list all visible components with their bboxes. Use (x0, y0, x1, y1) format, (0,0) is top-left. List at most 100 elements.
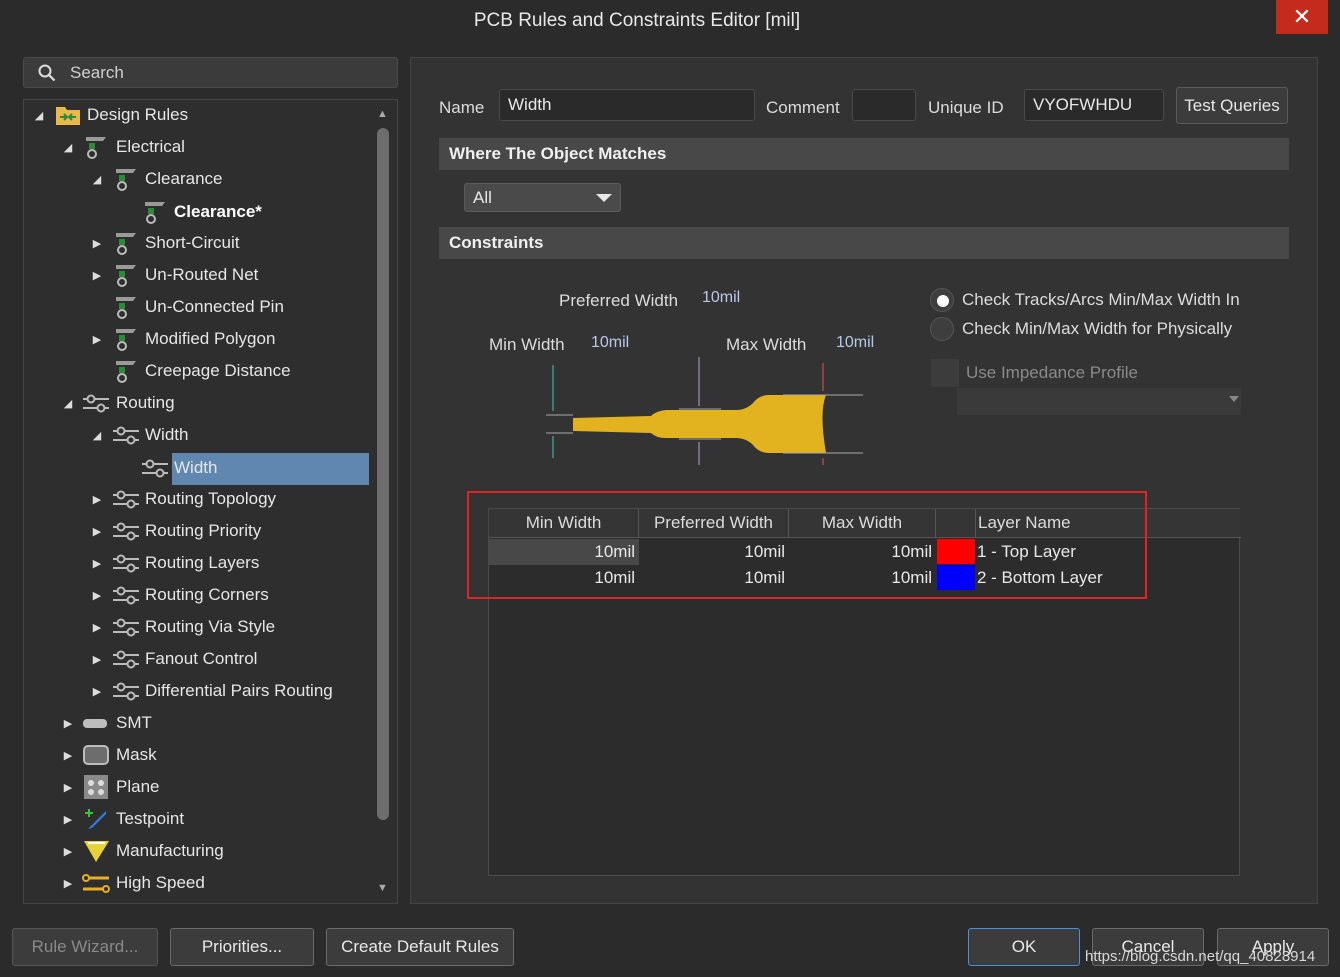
tree-item-plane[interactable]: ▶ Plane (24, 772, 364, 802)
tree-item-testpoint[interactable]: ▶ Testpoint (24, 804, 364, 834)
impedance-profile-select[interactable] (957, 388, 1241, 415)
smt-icon (83, 719, 107, 728)
tree-item-diff-pairs[interactable]: ▶ Differential Pairs Routing (24, 676, 364, 706)
tree-item-mask[interactable]: ▶ Mask (24, 740, 364, 770)
expand-arrow-icon[interactable]: ▶ (90, 652, 104, 666)
tree-item-routing-layers[interactable]: ▶ Routing Layers (24, 548, 364, 578)
tree-item-smt[interactable]: ▶ SMT (24, 708, 364, 738)
radio-check-physically[interactable] (930, 317, 954, 341)
expand-arrow-icon[interactable]: ▶ (90, 268, 104, 282)
expand-arrow-icon[interactable]: ▶ (90, 524, 104, 538)
tree-item-fanout-control[interactable]: ▶ Fanout Control (24, 644, 364, 674)
tree-label: Routing Via Style (145, 617, 276, 636)
expand-arrow-icon[interactable]: ▶ (61, 812, 75, 826)
tree-label: Plane (116, 777, 160, 796)
ok-button[interactable]: OK (968, 928, 1080, 966)
collapse-arrow-icon[interactable]: ◢ (61, 140, 75, 154)
unique-id-input[interactable]: VYOFWHDU (1024, 89, 1164, 121)
expand-arrow-icon[interactable]: ▶ (61, 716, 75, 730)
tree-item-manufacturing[interactable]: ▶ Manufacturing (24, 836, 364, 866)
scroll-up-icon[interactable]: ▲ (377, 108, 388, 120)
expand-arrow-icon[interactable]: ▶ (90, 556, 104, 570)
routing-rule-icon (113, 650, 139, 669)
tree-label: Clearance (145, 169, 223, 188)
tree-item-routing-topology[interactable]: ▶ Routing Topology (24, 484, 364, 514)
min-width-value[interactable]: 10mil (591, 334, 629, 352)
priorities-button[interactable]: Priorities... (170, 928, 314, 966)
rules-tree[interactable]: ◢ Design Rules ◢ Electrical ◢ Clearance … (23, 99, 398, 904)
name-label: Name (439, 98, 485, 117)
watermark-text: https://blog.csdn.net/qq_40828914 (1085, 948, 1316, 965)
expand-arrow-icon[interactable]: ▶ (61, 876, 75, 890)
impedance-label: Use Impedance Profile (966, 363, 1138, 382)
tree-item-routing-via-style[interactable]: ▶ Routing Via Style (24, 612, 364, 642)
scope-dropdown[interactable]: All (464, 183, 621, 212)
tree-label: Routing (116, 393, 175, 412)
tree-label: Mask (116, 745, 157, 764)
chevron-down-icon (596, 194, 612, 202)
tree-label: Testpoint (116, 809, 185, 828)
tree-item-electrical[interactable]: ◢ Electrical (24, 132, 364, 162)
tree-item-routing-corners[interactable]: ▶ Routing Corners (24, 580, 364, 610)
collapse-arrow-icon[interactable]: ◢ (61, 396, 75, 410)
routing-rule-icon (83, 394, 109, 413)
tree-item-clearance-rule[interactable]: Clearance* (24, 197, 364, 227)
tree-label: Routing Topology (145, 489, 277, 508)
tree-item-modified-polygon[interactable]: ▶ Modified Polygon (24, 324, 364, 354)
tree-item-design-rules[interactable]: ◢ Design Rules (24, 100, 364, 130)
plane-icon (84, 775, 108, 799)
preferred-width-value[interactable]: 10mil (702, 289, 740, 307)
collapse-arrow-icon[interactable]: ◢ (90, 172, 104, 186)
name-input[interactable]: Width (499, 89, 755, 121)
tree-item-width-rule-selected[interactable]: Width (24, 453, 369, 483)
max-width-value[interactable]: 10mil (836, 334, 874, 352)
tree-item-width[interactable]: ◢ Width (24, 420, 364, 450)
search-input[interactable] (70, 62, 370, 83)
vertical-scrollbar[interactable] (377, 128, 389, 820)
routing-rule-icon (113, 554, 139, 573)
search-box[interactable] (23, 57, 398, 88)
comment-input[interactable] (852, 89, 916, 121)
expand-arrow-icon[interactable]: ▶ (61, 844, 75, 858)
scroll-down-icon[interactable]: ▼ (377, 882, 388, 894)
collapse-arrow-icon[interactable]: ◢ (90, 428, 104, 442)
collapse-arrow-icon[interactable]: ◢ (32, 108, 46, 122)
expand-arrow-icon[interactable]: ▶ (90, 332, 104, 346)
tree-item-clearance[interactable]: ◢ Clearance (24, 164, 364, 194)
tree-item-unrouted-net[interactable]: ▶ Un-Routed Net (24, 260, 364, 290)
tree-label: Electrical (116, 137, 185, 156)
tree-label: Width (174, 458, 218, 477)
rule-wizard-button[interactable]: Rule Wizard... (12, 928, 158, 966)
impedance-checkbox[interactable] (931, 359, 959, 387)
expand-arrow-icon[interactable]: ▶ (61, 748, 75, 762)
tree-item-unconnected-pin[interactable]: Un-Connected Pin (24, 292, 364, 322)
test-queries-button[interactable]: Test Queries (1176, 87, 1288, 124)
tree-label: Short-Circuit (145, 233, 240, 252)
electrical-rule-icon (116, 361, 136, 383)
tree-label: Design Rules (87, 105, 189, 124)
routing-rule-icon (113, 522, 139, 541)
tree-label: Routing Corners (145, 585, 269, 604)
tree-label: Routing Priority (145, 521, 262, 540)
expand-arrow-icon[interactable]: ▶ (90, 588, 104, 602)
tree-item-routing[interactable]: ◢ Routing (24, 388, 364, 418)
tree-item-creepage-distance[interactable]: Creepage Distance (24, 356, 364, 386)
radio-check-tracks-arcs[interactable] (930, 288, 954, 312)
tree-item-short-circuit[interactable]: ▶ Short-Circuit (24, 228, 364, 258)
min-width-label: Min Width (489, 335, 565, 354)
expand-arrow-icon[interactable]: ▶ (90, 684, 104, 698)
expand-arrow-icon[interactable]: ▶ (90, 492, 104, 506)
expand-arrow-icon[interactable]: ▶ (90, 620, 104, 634)
electrical-rule-icon (116, 265, 136, 287)
electrical-rule-icon (116, 329, 136, 351)
routing-rule-icon (113, 586, 139, 605)
track-width-diagram (546, 357, 863, 465)
electrical-rule-icon (86, 137, 106, 159)
routing-rule-icon (142, 459, 168, 478)
tree-item-routing-priority[interactable]: ▶ Routing Priority (24, 516, 364, 546)
create-default-rules-button[interactable]: Create Default Rules (326, 928, 514, 966)
close-button[interactable]: ✕ (1276, 0, 1328, 34)
tree-item-high-speed[interactable]: ▶ High Speed (24, 868, 364, 898)
expand-arrow-icon[interactable]: ▶ (90, 236, 104, 250)
expand-arrow-icon[interactable]: ▶ (61, 780, 75, 794)
